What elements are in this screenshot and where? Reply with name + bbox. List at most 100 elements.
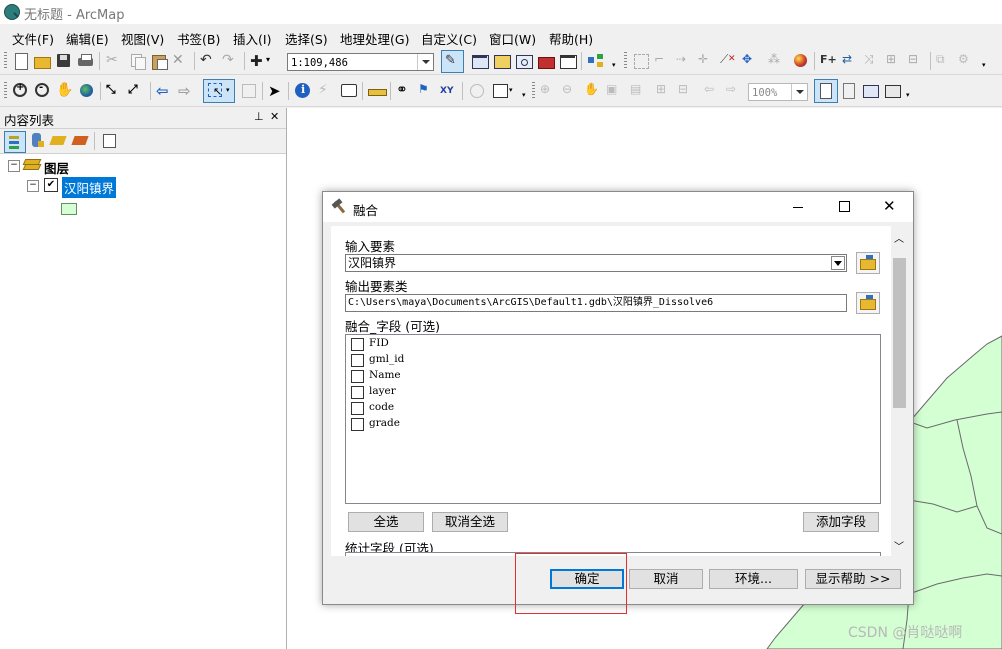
map-scale-combo[interactable]: 1:109,486 <box>287 53 434 71</box>
select-features-icon[interactable]: ↖ ▾ <box>203 79 235 103</box>
snapping-icon[interactable]: ⤨ <box>864 52 882 70</box>
dialog-titlebar[interactable]: 融合 ✕ <box>323 192 913 222</box>
new-document-icon[interactable] <box>12 52 30 70</box>
toolbar-grip[interactable] <box>624 52 627 70</box>
save-icon[interactable] <box>55 52 73 70</box>
full-extent-globe-icon[interactable] <box>78 82 96 100</box>
cut-polygon-icon[interactable]: ✛ <box>698 52 716 70</box>
close-button[interactable]: ✕ <box>867 192 913 222</box>
menu-bookmarks[interactable]: 书签(B) <box>177 29 220 48</box>
model-builder-icon[interactable] <box>587 52 605 70</box>
maximize-button[interactable] <box>821 192 867 222</box>
edit-vertices-icon[interactable]: ⌐ <box>654 52 672 70</box>
menu-file[interactable]: 文件(F) <box>12 29 54 48</box>
field-checkbox[interactable] <box>351 370 364 383</box>
catalog-icon[interactable] <box>493 52 511 70</box>
fixed-zoom-in-page-icon[interactable]: ⊞ <box>656 82 674 100</box>
layout-pan-icon[interactable]: ✋ <box>584 82 602 100</box>
zoom-in-icon[interactable]: + <box>12 82 30 100</box>
layout-zoom-combo[interactable]: 100% <box>748 83 808 101</box>
field-checkbox[interactable] <box>351 418 364 431</box>
fixed-zoom-out-icon[interactable]: ⤢ <box>128 82 146 100</box>
clear-all-button[interactable]: 取消全选 <box>432 512 508 532</box>
toolbar-overflow-icon[interactable]: ▾ <box>982 52 990 70</box>
find-route-icon[interactable]: ⚑ <box>418 82 436 100</box>
chevron-down-icon[interactable] <box>831 256 845 270</box>
reshape-feature-icon[interactable]: ⇢ <box>676 52 694 70</box>
list-by-source-icon[interactable] <box>28 132 46 150</box>
menu-insert[interactable]: 插入(I) <box>233 29 271 48</box>
layer-name-hanyang[interactable]: 汉阳镇界 <box>62 177 117 198</box>
split-tool-icon[interactable]: ⟋ ✕ <box>720 52 738 70</box>
print-icon[interactable] <box>77 52 95 70</box>
fixed-zoom-in-icon[interactable]: ⤡ <box>106 82 124 100</box>
layers-root-label[interactable]: 图层 <box>44 158 69 177</box>
data-driven-pages-icon[interactable] <box>884 82 902 100</box>
chevron-down-icon[interactable] <box>417 54 433 70</box>
attributes-icon[interactable]: F+ <box>820 52 838 70</box>
layer-visibility-checkbox[interactable]: ✔ <box>44 178 58 192</box>
copy-layout-icon[interactable]: ⧉ <box>936 52 954 70</box>
go-to-xy-icon[interactable]: XY <box>440 82 458 100</box>
python-window-icon[interactable] <box>559 52 577 70</box>
output-feature-class-field[interactable]: C:\Users\maya\Documents\ArcGIS\Default1.… <box>345 294 847 312</box>
fixed-zoom-out-page-icon[interactable]: ⊟ <box>678 82 696 100</box>
rotate-tool-icon[interactable]: ✥ <box>742 52 760 70</box>
list-by-drawing-order-icon[interactable] <box>4 131 26 153</box>
close-icon[interactable]: ✕ <box>270 110 279 123</box>
select-elements-arrow-icon[interactable]: ➤ <box>268 82 286 100</box>
field-checkbox[interactable] <box>351 402 364 415</box>
arctoolbox-icon[interactable] <box>537 52 555 70</box>
copy-icon[interactable] <box>128 52 146 70</box>
align-icon[interactable]: ⊞ <box>886 52 904 70</box>
delete-icon[interactable]: ✕ <box>172 52 190 70</box>
chevron-down-icon[interactable] <box>791 84 807 100</box>
find-binoculars-icon[interactable]: ⚭ <box>396 82 414 100</box>
sketch-properties-icon[interactable] <box>792 52 810 70</box>
clear-selection-icon[interactable] <box>240 82 258 100</box>
redo-icon[interactable]: ↷ <box>222 52 240 70</box>
toolbar-overflow-icon[interactable]: ▾ <box>906 82 912 100</box>
time-slider-icon[interactable] <box>468 82 486 100</box>
toolbar-overflow-icon[interactable]: ▾ <box>522 82 528 100</box>
menu-customize[interactable]: 自定义(C) <box>421 29 477 48</box>
scroll-up-icon[interactable]: ︿ <box>894 230 904 245</box>
distribute-icon[interactable]: ⊟ <box>908 52 926 70</box>
layer-symbol-swatch[interactable] <box>61 203 77 215</box>
list-by-visibility-icon[interactable] <box>49 132 68 150</box>
select-all-button[interactable]: 全选 <box>348 512 424 532</box>
browse-output-button[interactable] <box>856 292 880 314</box>
table-of-contents-icon[interactable] <box>471 52 489 70</box>
edit-tool-icon[interactable] <box>632 52 650 70</box>
create-features-icon[interactable]: ⇄ <box>842 52 860 70</box>
search-window-icon[interactable] <box>515 52 533 70</box>
menu-help[interactable]: 帮助(H) <box>549 29 593 48</box>
toolbar-grip[interactable] <box>4 52 7 70</box>
back-arrow-icon[interactable]: ⇦ <box>156 82 174 100</box>
html-popup-icon[interactable] <box>340 82 358 100</box>
undo-icon[interactable]: ↶ <box>200 52 218 70</box>
environments-button[interactable]: 环境... <box>709 569 798 589</box>
minimize-button[interactable] <box>775 192 821 222</box>
zoom-100-icon[interactable]: ▤ <box>630 82 648 100</box>
paste-icon[interactable] <box>150 52 168 70</box>
next-extent-icon[interactable]: ⇨ <box>726 82 744 100</box>
menu-geoprocessing[interactable]: 地理处理(G) <box>340 29 409 48</box>
browse-input-button[interactable] <box>856 252 880 274</box>
toolbar-grip[interactable] <box>532 82 535 100</box>
menu-edit[interactable]: 编辑(E) <box>66 29 109 48</box>
collapse-layers-toggle[interactable]: ⊟− <box>8 160 20 172</box>
menu-windows[interactable]: 窗口(W) <box>489 29 536 48</box>
measure-ruler-icon[interactable] <box>368 82 387 100</box>
zoom-whole-page-icon[interactable]: ▣ <box>606 82 624 100</box>
list-by-selection-icon[interactable] <box>71 132 90 150</box>
collapse-layer-toggle[interactable]: − <box>27 180 39 192</box>
scroll-down-icon[interactable]: ﹀ <box>894 538 904 553</box>
scrollbar-thumb[interactable] <box>893 258 906 408</box>
layout-zoom-in-icon[interactable]: ⊕ <box>540 82 558 100</box>
pan-hand-icon[interactable]: ✋ <box>56 82 74 100</box>
cancel-button[interactable]: 取消 <box>629 569 703 589</box>
cut-icon[interactable]: ✂ <box>106 52 124 70</box>
topology-icon[interactable]: ⁂ <box>768 52 786 70</box>
change-layout-icon[interactable] <box>862 82 880 100</box>
